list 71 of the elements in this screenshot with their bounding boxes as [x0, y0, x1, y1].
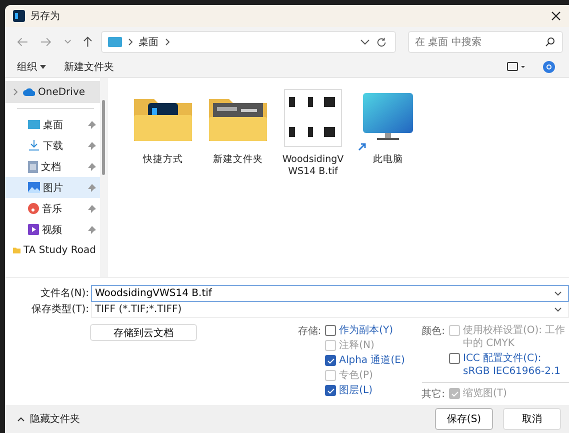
file-type-label: 保存类型(T):	[30, 302, 90, 316]
app-icon	[13, 10, 25, 22]
option-group-label: 颜色:	[422, 324, 445, 339]
sidebar-item[interactable]: TA Study Road	[5, 240, 100, 261]
shortcut-arrow-icon	[357, 141, 368, 152]
pin-icon	[88, 142, 96, 150]
up-icon[interactable]	[83, 36, 93, 48]
forward-icon[interactable]	[40, 37, 52, 47]
picture-icon	[28, 182, 40, 193]
close-icon[interactable]	[551, 11, 561, 21]
cloud-icon	[23, 88, 35, 96]
new-folder-button[interactable]: 新建文件夹	[64, 60, 114, 74]
view-icon[interactable]	[507, 62, 525, 72]
help-icon[interactable]	[543, 61, 555, 73]
image-thumbnail-icon	[284, 89, 342, 147]
save-to-cloud-button[interactable]: 存储到云文档	[90, 324, 197, 341]
cancel-button[interactable]: 取消	[503, 408, 561, 430]
sidebar-item[interactable]: 桌面	[5, 114, 100, 135]
option-checkbox[interactable]: Alpha 通道(E)	[325, 354, 405, 367]
pin-icon	[88, 226, 96, 234]
save-button[interactable]: 保存(S)	[435, 408, 493, 430]
pin-icon	[88, 162, 96, 170]
checkmark-icon	[450, 390, 458, 398]
chevron-icon	[164, 38, 170, 46]
option-group-label: 存储:	[298, 324, 322, 339]
checkmark-icon	[326, 356, 335, 364]
file-name-field[interactable]: WoodsidingVWS14 B.tif	[91, 284, 569, 302]
document-icon	[28, 160, 38, 172]
sidebar-item[interactable]: 文档	[5, 156, 100, 177]
breadcrumb[interactable]: 桌面	[138, 35, 159, 49]
desktop-icon	[28, 120, 40, 129]
option-group-label: 其它:	[422, 388, 445, 401]
search-icon	[545, 37, 555, 47]
checkmark-icon	[326, 386, 335, 394]
option-checkbox[interactable]: 图层(L)	[325, 384, 405, 397]
pin-icon	[88, 204, 96, 212]
folder-icon	[13, 246, 20, 255]
sidebar-item[interactable]: 视频	[5, 219, 100, 240]
caret-icon	[40, 65, 46, 69]
organize-menu[interactable]: 组织	[17, 60, 46, 74]
sidebar-item[interactable]: 下载	[5, 135, 100, 156]
dropdown-icon[interactable]	[360, 39, 370, 45]
dropdown-icon[interactable]	[554, 290, 562, 296]
file-item[interactable]: WoodsidingVWS14 B.tif	[278, 88, 348, 179]
file-item[interactable]: 此电脑	[353, 88, 423, 166]
pin-icon	[88, 120, 96, 128]
pin-icon	[88, 184, 96, 192]
desktop-icon	[108, 37, 122, 47]
file-item[interactable]: 快捷方式	[128, 88, 198, 166]
address-bar[interactable]: 桌面	[100, 31, 396, 53]
sidebar-item[interactable]: 音乐	[5, 198, 100, 219]
video-icon	[28, 224, 39, 235]
sidebar-item[interactable]: OneDrive	[5, 81, 100, 103]
file-type-dropdown[interactable]: TIFF (*.TIF;*.TIFF)	[91, 300, 569, 318]
sidebar-item[interactable]: 图片	[5, 177, 100, 198]
chevron-icon	[128, 38, 133, 46]
window-title: 另存为	[30, 10, 61, 23]
option-checkbox[interactable]: ICC 配置文件(C): sRGB IEC61966-2.1	[449, 352, 569, 378]
search-field[interactable]: 在 桌面 中搜索	[408, 31, 563, 53]
download-icon	[28, 140, 40, 151]
chevron-up-icon	[17, 416, 25, 422]
music-icon	[28, 203, 39, 214]
chevron-icon[interactable]	[13, 88, 18, 96]
dropdown-icon	[554, 306, 562, 312]
file-name-label: 文件名(N):	[39, 286, 90, 300]
hide-folders-toggle[interactable]: 隐藏文件夹	[17, 412, 80, 426]
option-checkbox[interactable]: 作为副本(Y)	[325, 324, 405, 337]
scrollbar-thumb[interactable]	[102, 100, 105, 175]
file-item[interactable]: 新建文件夹	[203, 88, 273, 166]
back-icon[interactable]	[17, 37, 28, 47]
refresh-icon[interactable]	[376, 36, 387, 48]
